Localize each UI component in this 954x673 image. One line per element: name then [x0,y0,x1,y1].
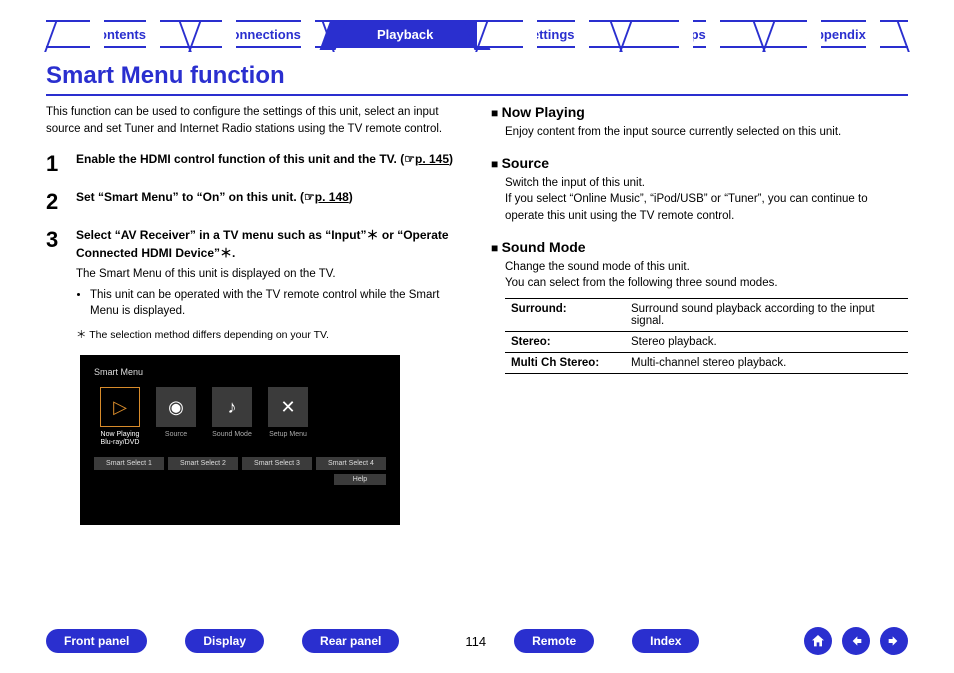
chip-smart-select-2: Smart Select 2 [168,457,238,470]
section-source: Source Switch the input of this unit. If… [491,155,908,225]
pointer-icon: ☞ [404,152,415,166]
note-icon: ♪ [212,387,252,427]
bottom-bar: Front panel Display Rear panel 114 Remot… [0,627,954,655]
tile-sound-mode: ♪ Sound Mode [206,387,258,446]
link-p148[interactable]: p. 148 [315,190,349,204]
step-1-text: Enable the HDMI control function of this… [76,152,453,166]
arrow-right-icon [886,633,902,649]
tile-now-playing: ▷ Now PlayingBlu-ray/DVD [94,387,146,446]
tab-tips[interactable]: Tips [621,20,765,46]
tab-contents[interactable]: Contents [46,20,190,46]
page-number: 114 [465,634,486,649]
table-row: Stereo:Stereo playback. [505,332,908,353]
step-3-note: ＊ The selection method differs depending… [76,328,463,343]
sound-mode-heading: Sound Mode [491,239,908,255]
table-row: Surround:Surround sound playback accordi… [505,299,908,332]
source-body-2: If you select “Online Music”, “iPod/USB”… [505,191,908,224]
next-button[interactable] [880,627,908,655]
pill-remote[interactable]: Remote [514,629,594,653]
pill-front-panel[interactable]: Front panel [46,629,147,653]
step-2-text: Set “Smart Menu” to “On” on this unit. (… [76,190,353,204]
home-icon [810,633,826,649]
step-3-sub: The Smart Menu of this unit is displayed… [76,266,463,283]
now-playing-body: Enjoy content from the input source curr… [505,124,908,141]
step-2-number: 2 [46,189,64,215]
tab-settings[interactable]: Settings [477,20,621,46]
step-1-number: 1 [46,151,64,177]
now-playing-heading: Now Playing [491,104,908,120]
link-p145[interactable]: p. 145 [415,152,449,166]
tvshot-title: Smart Menu [94,367,386,377]
step-3: 3 Select “AV Receiver” in a TV menu such… [46,227,463,343]
chip-smart-select-3: Smart Select 3 [242,457,312,470]
prev-button[interactable] [842,627,870,655]
chip-smart-select-4: Smart Select 4 [316,457,386,470]
sound-mode-table: Surround:Surround sound playback accordi… [505,298,908,374]
section-now-playing: Now Playing Enjoy content from the input… [491,104,908,141]
pill-display[interactable]: Display [185,629,264,653]
tile-setup-menu: ✕ Setup Menu [262,387,314,446]
tab-appendix[interactable]: Appendix [764,20,908,46]
chip-smart-select-1: Smart Select 1 [94,457,164,470]
home-button[interactable] [804,627,832,655]
smart-menu-screenshot: Smart Menu ▷ Now PlayingBlu-ray/DVD ◉ So… [80,355,400,525]
table-row: Multi Ch Stereo:Multi-channel stereo pla… [505,353,908,374]
source-heading: Source [491,155,908,171]
step-2: 2 Set “Smart Menu” to “On” on this unit.… [46,189,463,215]
pointer-icon: ☞ [304,190,315,204]
tab-connections[interactable]: Connections [190,20,334,46]
intro-text: This function can be used to configure t… [46,104,463,137]
section-sound-mode: Sound Mode Change the sound mode of this… [491,239,908,374]
step-3-number: 3 [46,227,64,343]
tools-icon: ✕ [268,387,308,427]
arrow-left-icon [848,633,864,649]
play-icon: ▷ [100,387,140,427]
chip-help: Help [334,474,386,485]
step-3-text: Select “AV Receiver” in a TV menu such a… [76,227,463,262]
sound-mode-body-2: You can select from the following three … [505,275,908,292]
tile-source: ◉ Source [150,387,202,446]
left-column: This function can be used to configure t… [46,104,463,525]
step-1: 1 Enable the HDMI control function of th… [46,151,463,177]
step-3-bullet: This unit can be operated with the TV re… [90,287,463,320]
pill-rear-panel[interactable]: Rear panel [302,629,399,653]
page-title: Smart Menu function [46,62,908,96]
sound-mode-body-1: Change the sound mode of this unit. [505,259,908,276]
pill-index[interactable]: Index [632,629,699,653]
right-column: Now Playing Enjoy content from the input… [491,104,908,525]
source-body-1: Switch the input of this unit. [505,175,908,192]
tab-playback[interactable]: Playback [333,20,477,46]
top-tabs: Contents Connections Playback Settings T… [46,20,908,48]
source-icon: ◉ [156,387,196,427]
